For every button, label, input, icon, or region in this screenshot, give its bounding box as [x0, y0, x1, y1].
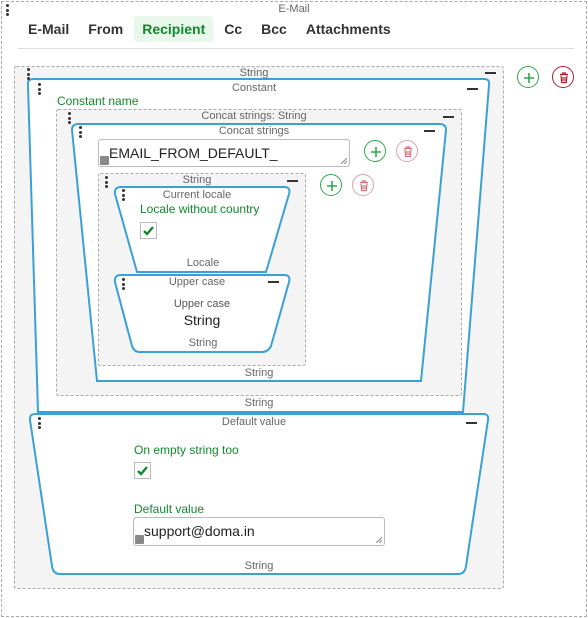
email-frame-drag-handle-icon[interactable]	[6, 4, 9, 16]
outer-string-caption: String	[239, 67, 269, 79]
concat-block-drag-handle-icon[interactable]	[79, 126, 82, 138]
tab-divider	[18, 48, 574, 49]
upper-case-inner-label: Upper case	[173, 298, 231, 310]
tab-recipient[interactable]: Recipient	[134, 16, 214, 42]
checkmark-icon	[143, 226, 154, 236]
default-value-drag-handle-icon[interactable]	[38, 417, 41, 429]
tab-bar: E-Mail From Recipient Cc Bcc Attachments	[20, 16, 402, 42]
tab-email[interactable]: E-Mail	[20, 16, 77, 42]
upper-case-title: Upper case	[168, 276, 226, 288]
add-icon	[371, 147, 381, 157]
link-icon	[135, 535, 144, 544]
concat-group-output-caption: String	[244, 397, 274, 409]
add-icon	[524, 73, 534, 83]
add-icon	[327, 181, 337, 191]
string-add-button[interactable]	[320, 174, 342, 196]
string-delete-button[interactable]	[352, 174, 374, 196]
resize-handle-icon[interactable]	[376, 537, 382, 543]
tab-cc[interactable]: Cc	[216, 16, 250, 42]
upper-case-output-caption: String	[188, 337, 218, 349]
on-empty-string-label: On empty string too	[134, 443, 239, 457]
default-value-text: support@doma.in	[144, 523, 255, 539]
current-locale-title: Current locale	[162, 189, 232, 201]
delete-icon	[560, 72, 568, 84]
concat-string-input[interactable]: EMAIL_FROM_DEFAULT_	[98, 139, 350, 167]
default-value-output-caption: String	[244, 560, 274, 572]
tab-attachments[interactable]: Attachments	[298, 16, 399, 42]
default-value-field-label: Default value	[134, 502, 205, 516]
locale-without-country-checkbox[interactable]	[140, 222, 157, 239]
concat-block-title: Concat strings	[218, 125, 290, 137]
concat-block-output-caption: String	[244, 367, 274, 379]
concat-group-drag-handle-icon[interactable]	[68, 112, 71, 124]
checkmark-icon	[137, 466, 148, 476]
string-group-caption: String	[182, 174, 212, 186]
delete-icon	[404, 146, 412, 158]
upper-case-collapse-icon[interactable]	[268, 281, 279, 283]
concat-group-caption: Concat strings: String	[201, 110, 307, 122]
current-locale-drag-handle-icon[interactable]	[122, 189, 125, 201]
default-value-input[interactable]: support@doma.in	[133, 517, 385, 546]
default-value-collapse-icon[interactable]	[466, 422, 477, 424]
concat-add-button[interactable]	[364, 140, 386, 162]
outer-delete-button[interactable]	[552, 66, 574, 88]
concat-block-collapse-icon[interactable]	[424, 130, 435, 132]
delete-icon	[360, 180, 368, 192]
locale-without-country-label: Locale without country	[140, 202, 260, 216]
constant-drag-handle-icon[interactable]	[38, 83, 41, 95]
on-empty-string-checkbox[interactable]	[134, 462, 151, 479]
tab-from[interactable]: From	[80, 16, 131, 42]
default-value-title: Default value	[221, 416, 287, 428]
link-icon	[100, 156, 109, 165]
constant-collapse-icon[interactable]	[467, 88, 478, 90]
outer-string-collapse-icon[interactable]	[485, 72, 496, 74]
outer-string-drag-handle-icon[interactable]	[27, 68, 30, 80]
string-group-drag-handle-icon[interactable]	[105, 176, 108, 188]
concat-string-value: EMAIL_FROM_DEFAULT_	[109, 145, 278, 161]
string-group-collapse-icon[interactable]	[287, 180, 298, 182]
upper-case-inner-value: String	[183, 312, 221, 328]
outer-add-button[interactable]	[517, 66, 539, 88]
concat-delete-button[interactable]	[396, 140, 418, 162]
email-frame-title: E-Mail	[270, 3, 318, 15]
concat-group-collapse-icon[interactable]	[443, 116, 454, 118]
upper-case-drag-handle-icon[interactable]	[122, 278, 125, 290]
current-locale-output-caption: Locale	[186, 257, 220, 269]
resize-handle-icon[interactable]	[341, 158, 347, 164]
constant-title: Constant	[231, 82, 277, 94]
constant-name-label: Constant name	[57, 94, 139, 108]
tab-bcc[interactable]: Bcc	[253, 16, 295, 42]
